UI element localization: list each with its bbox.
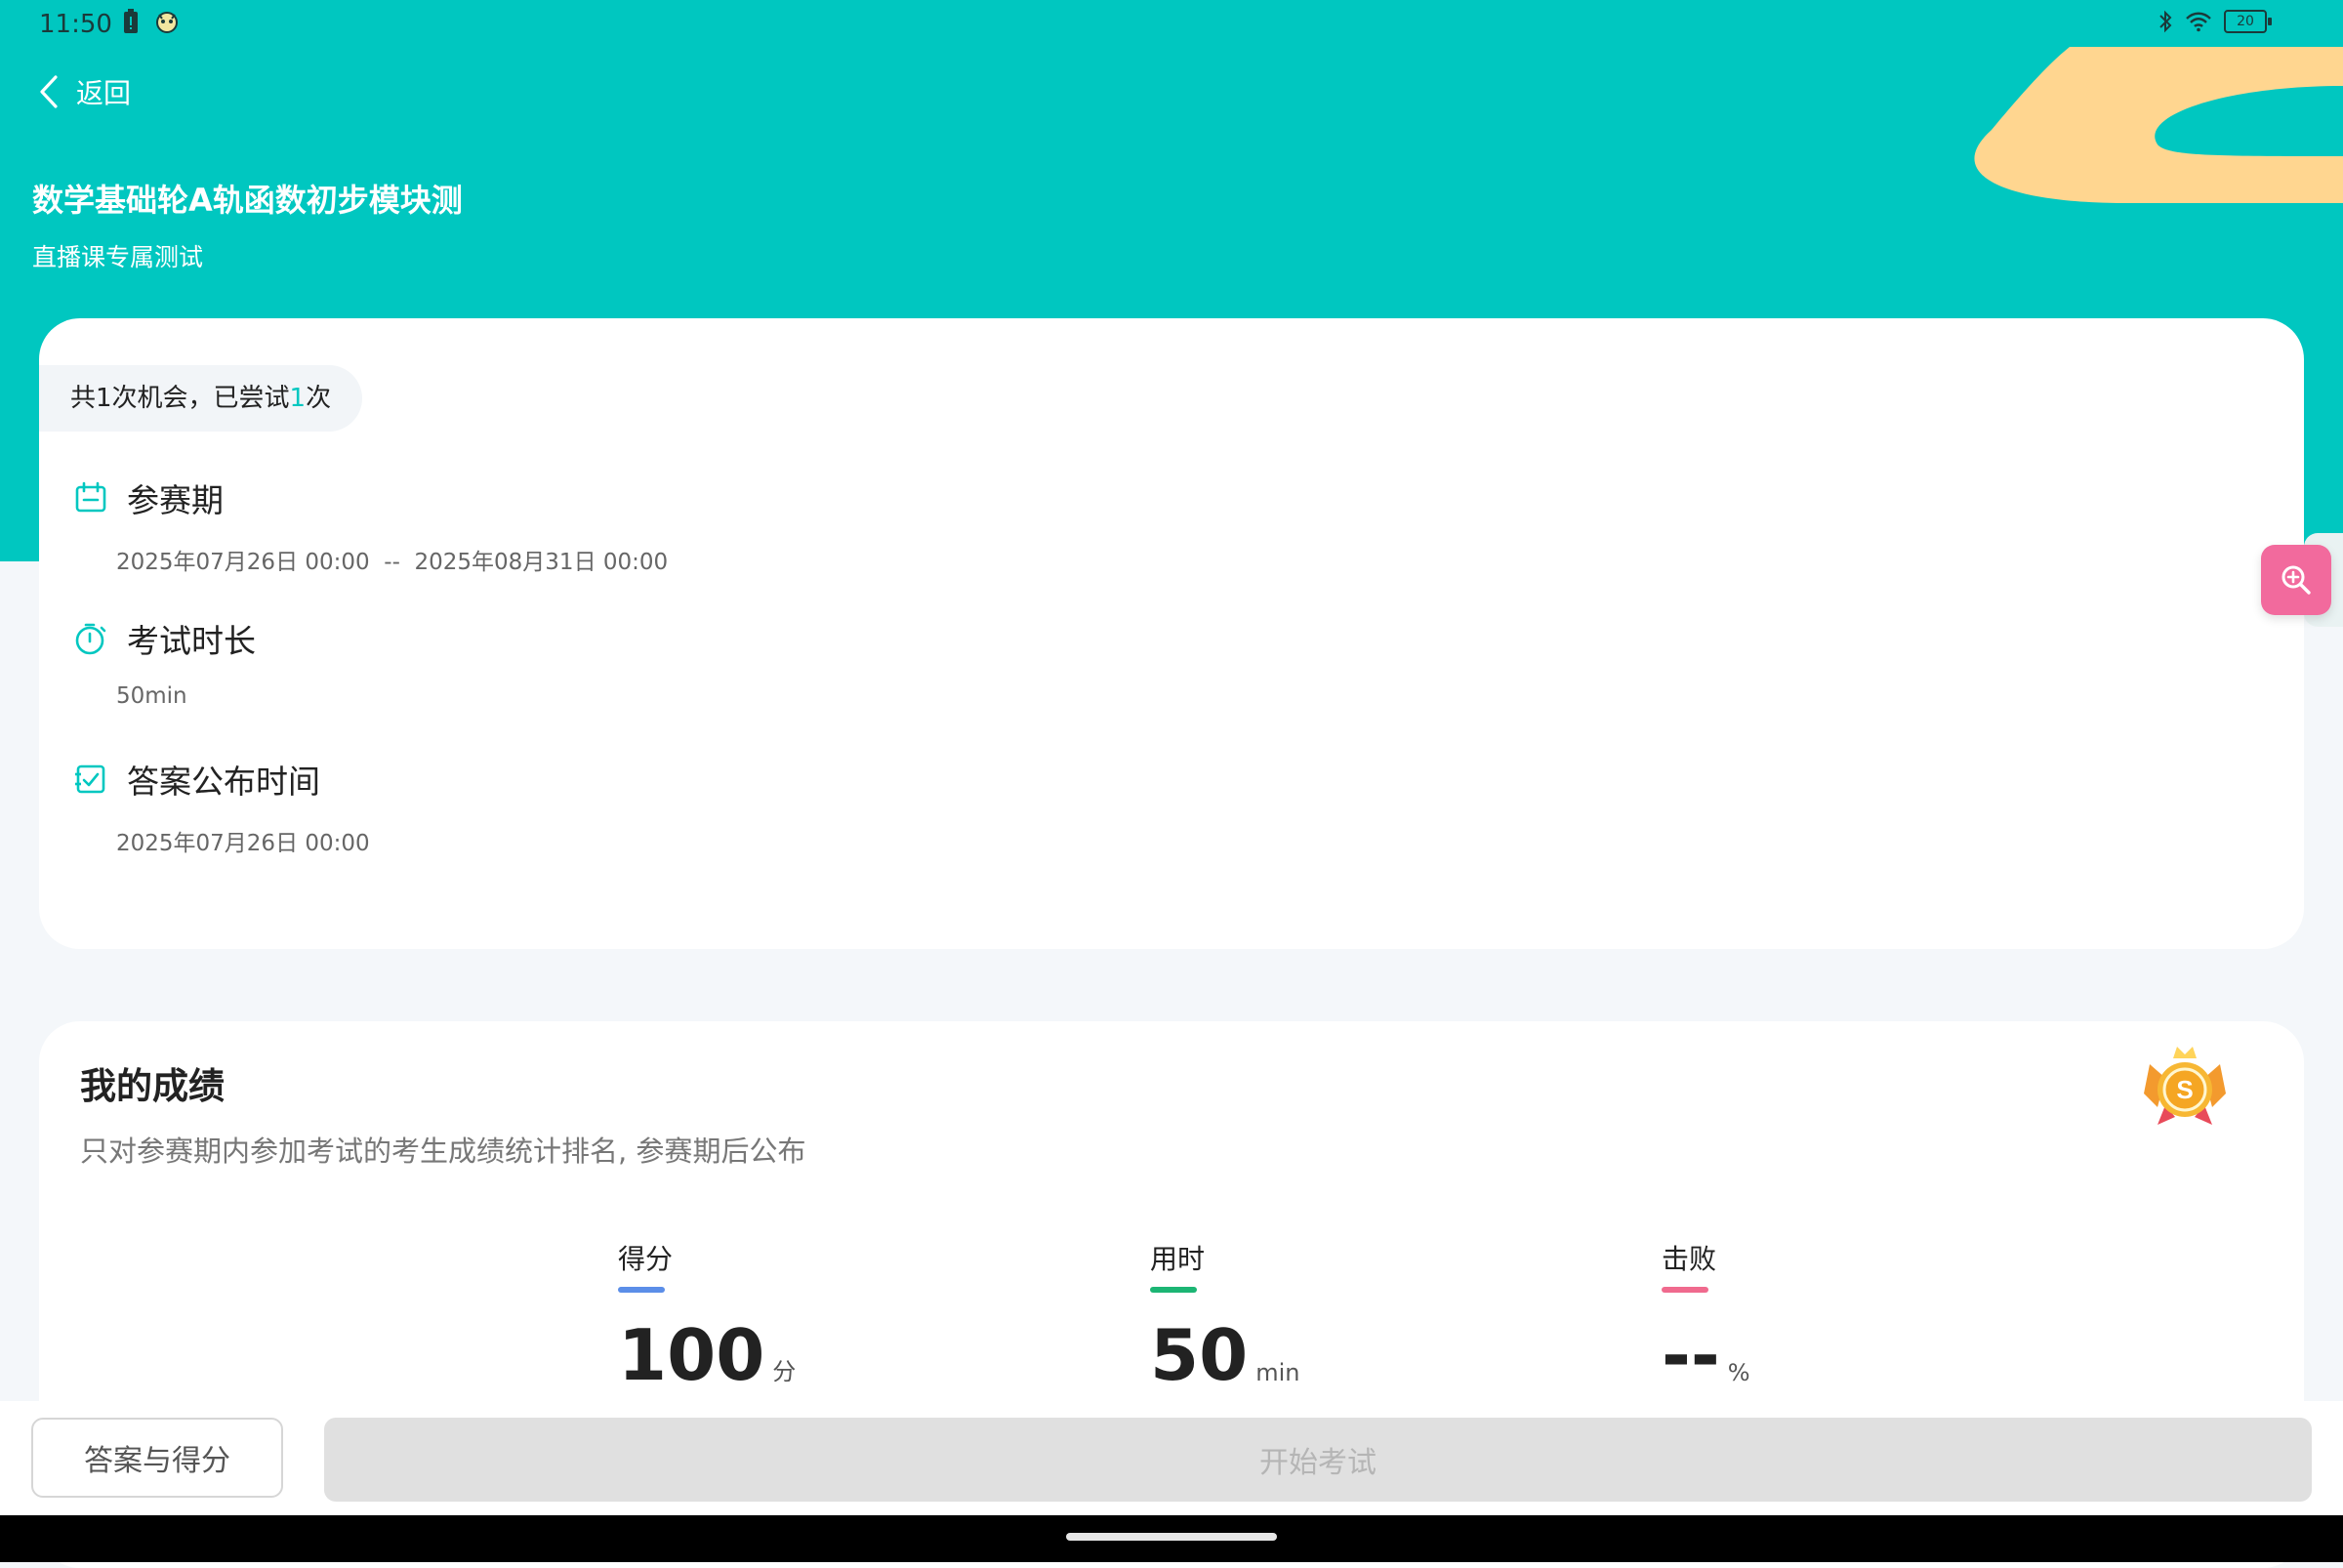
stat-unit-beat: %	[1727, 1359, 1750, 1386]
stat-unit-score: 分	[772, 1358, 797, 1385]
info-value-answer-release: 2025年07月26日 00:00	[116, 831, 370, 856]
chances-used: 1	[289, 384, 307, 413]
start-exam-button[interactable]: 开始考试	[324, 1418, 2312, 1502]
page-subtitle: 直播课专属测试	[32, 243, 204, 271]
answer-check-icon	[75, 764, 105, 794]
home-gesture-handle[interactable]	[1066, 1533, 1277, 1541]
medal-icon: S	[2144, 1047, 2226, 1125]
stat-value-beat: --	[1662, 1314, 1720, 1396]
exam-info-card: 共1次机会，已尝试1次 参赛期 2025年07月26日 00:00 -- 202…	[39, 318, 2304, 949]
bluetooth-icon	[2159, 10, 2172, 33]
stat-bar-score	[618, 1287, 665, 1293]
header-decoration	[1974, 47, 2343, 203]
stat-score: 得分 100 分	[618, 1238, 796, 1390]
score-note: 只对参赛期内参加考试的考生成绩统计排名, 参赛期后公布	[80, 1135, 806, 1168]
stat-unit-time: min	[1255, 1359, 1300, 1386]
info-label-period: 参赛期	[127, 481, 224, 519]
stat-label-beat: 击败	[1662, 1243, 1717, 1275]
system-navigation-bar	[0, 1515, 2343, 1562]
stat-label-score: 得分	[618, 1243, 674, 1275]
chances-badge: 共1次机会，已尝试1次	[39, 365, 363, 432]
stat-value-score: 100	[618, 1314, 765, 1396]
page-title: 数学基础轮A轨函数初步模块测	[32, 182, 463, 219]
battery-alert-icon	[124, 9, 138, 33]
chances-suffix: 次	[306, 384, 332, 413]
wifi-icon	[2186, 12, 2211, 32]
bottom-action-bar: 答案与得分 开始考试	[0, 1401, 2343, 1515]
info-value-period: 2025年07月26日 00:00 -- 2025年08月31日 00:00	[116, 550, 669, 575]
status-bar: 11:50 20	[0, 0, 2343, 49]
info-row-duration: 考试时长 50min	[74, 615, 256, 709]
battery-level: 20	[2237, 14, 2254, 29]
stat-value-time: 50	[1150, 1314, 1249, 1396]
stat-bar-beat	[1662, 1287, 1708, 1293]
score-title: 我的成绩	[80, 1065, 225, 1107]
info-value-duration: 50min	[116, 683, 187, 709]
battery-indicator: 20	[2224, 10, 2272, 33]
chances-prefix: 共1次机会，已尝试	[70, 384, 290, 413]
back-button[interactable]: 返回	[39, 72, 131, 111]
info-row-period: 参赛期 2025年07月26日 00:00 -- 2025年08月31日 00:…	[74, 475, 668, 576]
chevron-left-icon	[40, 75, 58, 108]
info-label-duration: 考试时长	[127, 622, 256, 660]
app-notification-icon	[156, 12, 178, 33]
status-time: 11:50	[39, 10, 112, 39]
stat-label-time: 用时	[1150, 1243, 1206, 1275]
calendar-icon	[75, 481, 106, 513]
stat-bar-time	[1150, 1287, 1197, 1293]
zoom-float-button[interactable]	[2261, 545, 2331, 615]
stopwatch-icon	[75, 623, 106, 655]
info-label-answer-release: 答案公布时间	[127, 763, 320, 801]
back-label: 返回	[76, 77, 132, 109]
answers-and-scores-button[interactable]: 答案与得分	[31, 1418, 283, 1498]
stat-time: 用时 50 min	[1150, 1238, 1299, 1390]
info-row-answer-release: 答案公布时间 2025年07月26日 00:00	[74, 756, 370, 857]
zoom-in-icon	[2281, 565, 2311, 595]
svg-text:S: S	[2176, 1075, 2193, 1104]
stat-beat: 击败 -- %	[1662, 1238, 1750, 1390]
